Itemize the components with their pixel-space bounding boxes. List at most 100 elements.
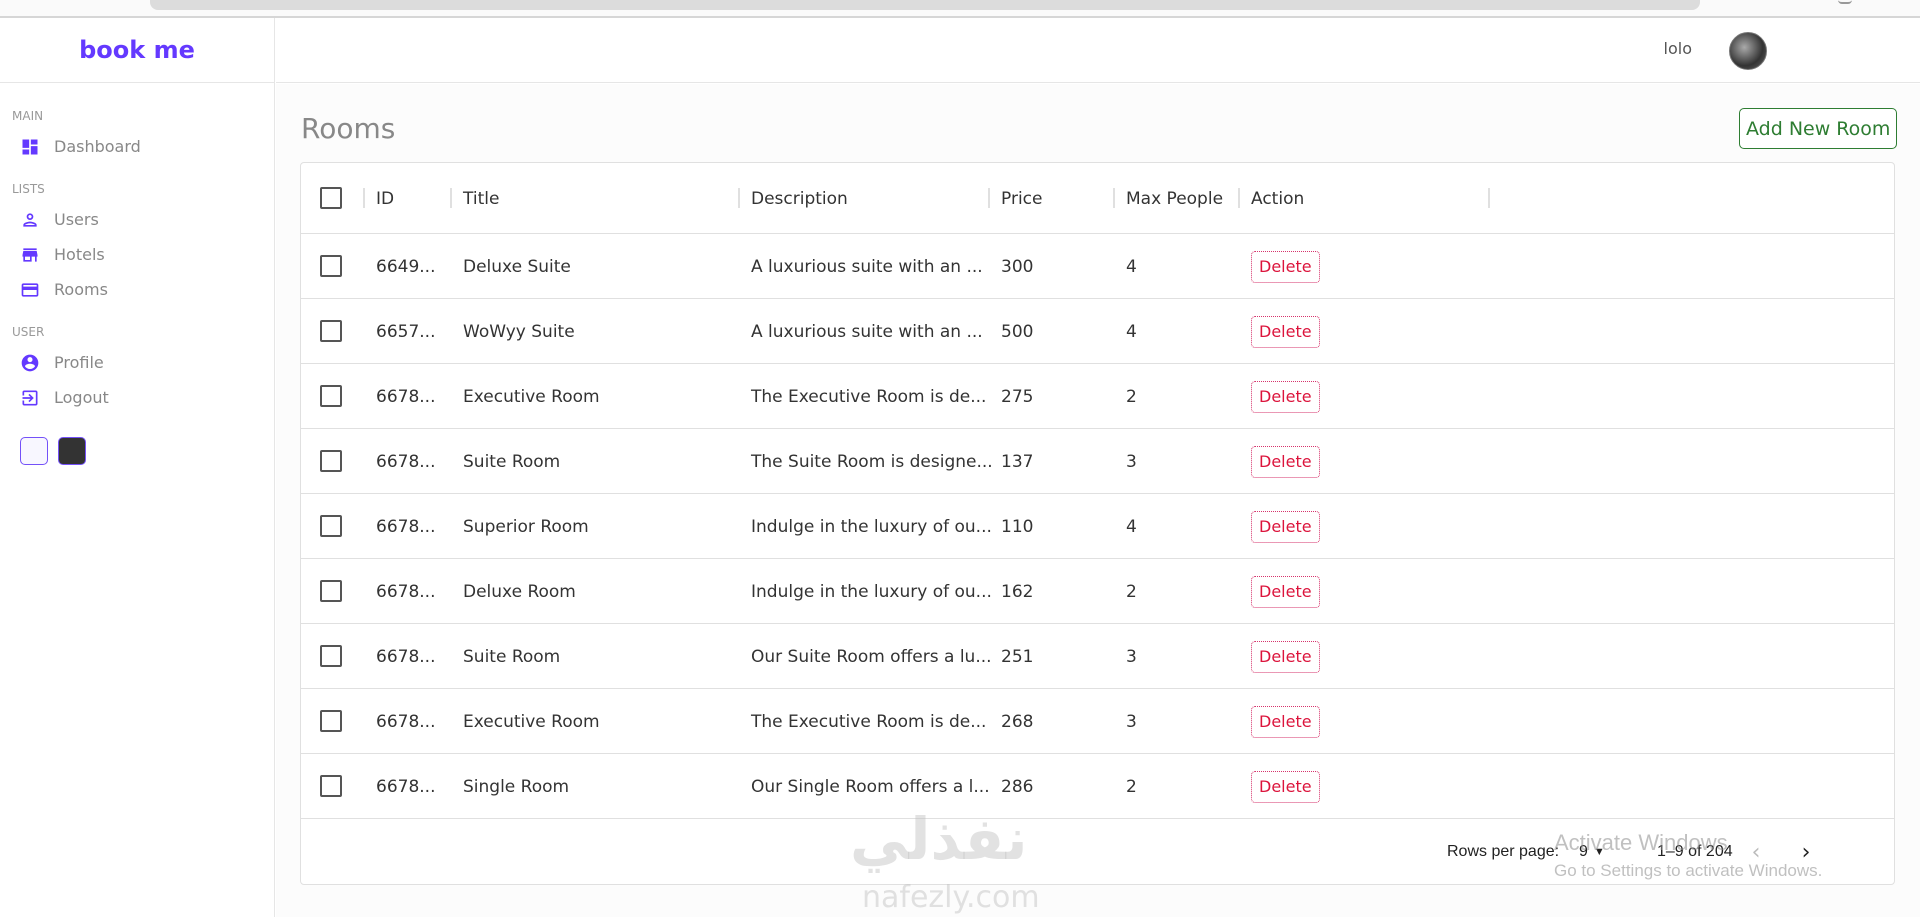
cell-id: 6678... [376, 516, 436, 537]
cell-id: 6649... [376, 256, 436, 277]
cell-action: Delete [1251, 754, 1320, 819]
delete-button[interactable]: Delete [1251, 315, 1320, 348]
cell-id: 6678... [376, 711, 436, 732]
cell-action: Delete [1251, 364, 1320, 429]
sidebar-item-rooms[interactable]: Rooms [12, 272, 274, 307]
row-checkbox[interactable] [320, 775, 342, 797]
cell-description: A luxurious suite with an ... [751, 321, 983, 342]
table-row[interactable]: 6649... Deluxe Suite A luxurious suite w… [301, 234, 1894, 299]
cell-id: 6678... [376, 451, 436, 472]
cell-title: WoWyy Suite [463, 321, 575, 342]
cell-title: Single Room [463, 776, 570, 797]
brand-watermark-url: nafezly.com [862, 880, 1040, 915]
cell-description: Our Suite Room offers a lu... [751, 646, 992, 667]
cell-price: 110 [1001, 516, 1034, 537]
cell-id: 6678... [376, 386, 436, 407]
row-checkbox[interactable] [320, 450, 342, 472]
sidebar-item-label: Logout [54, 388, 109, 407]
cell-max-people: 2 [1126, 581, 1137, 602]
user-name: lolo [1663, 39, 1692, 58]
cell-title: Superior Room [463, 516, 589, 537]
cell-max-people: 4 [1126, 516, 1137, 537]
cell-action: Delete [1251, 494, 1320, 559]
logo-area: book me [0, 18, 274, 83]
cell-action: Delete [1251, 429, 1320, 494]
browser-top-strip [0, 0, 1920, 18]
delete-button[interactable]: Delete [1251, 575, 1320, 608]
cell-id: 6678... [376, 581, 436, 602]
row-checkbox[interactable] [320, 580, 342, 602]
table-row[interactable]: 6657... WoWyy Suite A luxurious suite wi… [301, 299, 1894, 364]
main-content: Rooms Add New Room ID Title Description … [276, 84, 1920, 917]
delete-button[interactable]: Delete [1251, 445, 1320, 478]
app-logo[interactable]: book me [79, 36, 195, 64]
add-new-room-button[interactable]: Add New Room [1739, 108, 1898, 149]
sidebar-item-profile[interactable]: Profile [12, 345, 274, 380]
cell-max-people: 4 [1126, 256, 1137, 277]
section-title-lists: LISTS [12, 182, 45, 196]
cell-title: Suite Room [463, 646, 561, 667]
delete-button[interactable]: Delete [1251, 380, 1320, 413]
sidebar-item-logout[interactable]: Logout [12, 380, 274, 415]
account-circle-icon [20, 353, 40, 373]
cell-id: 6657... [376, 321, 436, 342]
table-row[interactable]: 6678... Single Room Our Single Room offe… [301, 754, 1894, 819]
sidebar-menu: MAIN Dashboard LISTS Users Hotels Rooms [0, 83, 274, 465]
theme-switcher [12, 437, 274, 465]
column-header-title[interactable]: Title [463, 163, 499, 234]
column-separator[interactable] [450, 188, 452, 208]
select-all-checkbox[interactable] [320, 187, 342, 209]
sidebar-item-label: Rooms [54, 280, 108, 299]
column-separator[interactable] [1488, 188, 1490, 208]
table-row[interactable]: 6678... Executive Room The Executive Roo… [301, 689, 1894, 754]
column-separator[interactable] [1238, 188, 1240, 208]
cell-price: 300 [1001, 256, 1034, 277]
delete-button[interactable]: Delete [1251, 705, 1320, 738]
table-row[interactable]: 6678... Suite Room Our Suite Room offers… [301, 624, 1894, 689]
cell-id: 6678... [376, 646, 436, 667]
column-header-max-people[interactable]: Max People [1126, 163, 1223, 234]
column-header-action[interactable]: Action [1251, 163, 1304, 234]
cell-price: 268 [1001, 711, 1034, 732]
row-checkbox[interactable] [320, 710, 342, 732]
light-theme-button[interactable] [20, 437, 48, 465]
row-checkbox[interactable] [320, 320, 342, 342]
column-separator[interactable] [363, 188, 365, 208]
delete-button[interactable]: Delete [1251, 640, 1320, 673]
cell-action: Delete [1251, 559, 1320, 624]
sidebar-item-hotels[interactable]: Hotels [12, 237, 274, 272]
table-row[interactable]: 6678... Suite Room The Suite Room is des… [301, 429, 1894, 494]
column-header-id[interactable]: ID [376, 163, 394, 234]
delete-button[interactable]: Delete [1251, 770, 1320, 803]
row-checkbox[interactable] [320, 515, 342, 537]
delete-button[interactable]: Delete [1251, 250, 1320, 283]
column-header-description[interactable]: Description [751, 163, 848, 234]
avatar[interactable] [1729, 32, 1767, 70]
browser-address-bar[interactable] [150, 0, 1700, 10]
brand-watermark: نفذلي [850, 805, 1028, 873]
row-checkbox[interactable] [320, 385, 342, 407]
table-row[interactable]: 6678... Executive Room The Executive Roo… [301, 364, 1894, 429]
cell-max-people: 3 [1126, 451, 1137, 472]
table-row[interactable]: 6678... Superior Room Indulge in the lux… [301, 494, 1894, 559]
sidebar-item-dashboard[interactable]: Dashboard [12, 129, 274, 164]
cell-description: The Executive Room is de... [751, 711, 987, 732]
row-checkbox[interactable] [320, 255, 342, 277]
dashboard-icon [20, 137, 40, 157]
column-header-price[interactable]: Price [1001, 163, 1042, 234]
sidebar-item-label: Dashboard [54, 137, 141, 156]
cell-max-people: 2 [1126, 386, 1137, 407]
column-separator[interactable] [988, 188, 990, 208]
activate-windows-subtitle: Go to Settings to activate Windows. [1554, 861, 1823, 880]
sidebar-item-users[interactable]: Users [12, 202, 274, 237]
row-checkbox[interactable] [320, 645, 342, 667]
cell-max-people: 3 [1126, 711, 1137, 732]
column-separator[interactable] [1113, 188, 1115, 208]
column-separator[interactable] [738, 188, 740, 208]
dark-theme-button[interactable] [58, 437, 86, 465]
cell-title: Suite Room [463, 451, 561, 472]
cell-max-people: 4 [1126, 321, 1137, 342]
table-row[interactable]: 6678... Deluxe Room Indulge in the luxur… [301, 559, 1894, 624]
delete-button[interactable]: Delete [1251, 510, 1320, 543]
section-title-main: MAIN [12, 109, 44, 123]
